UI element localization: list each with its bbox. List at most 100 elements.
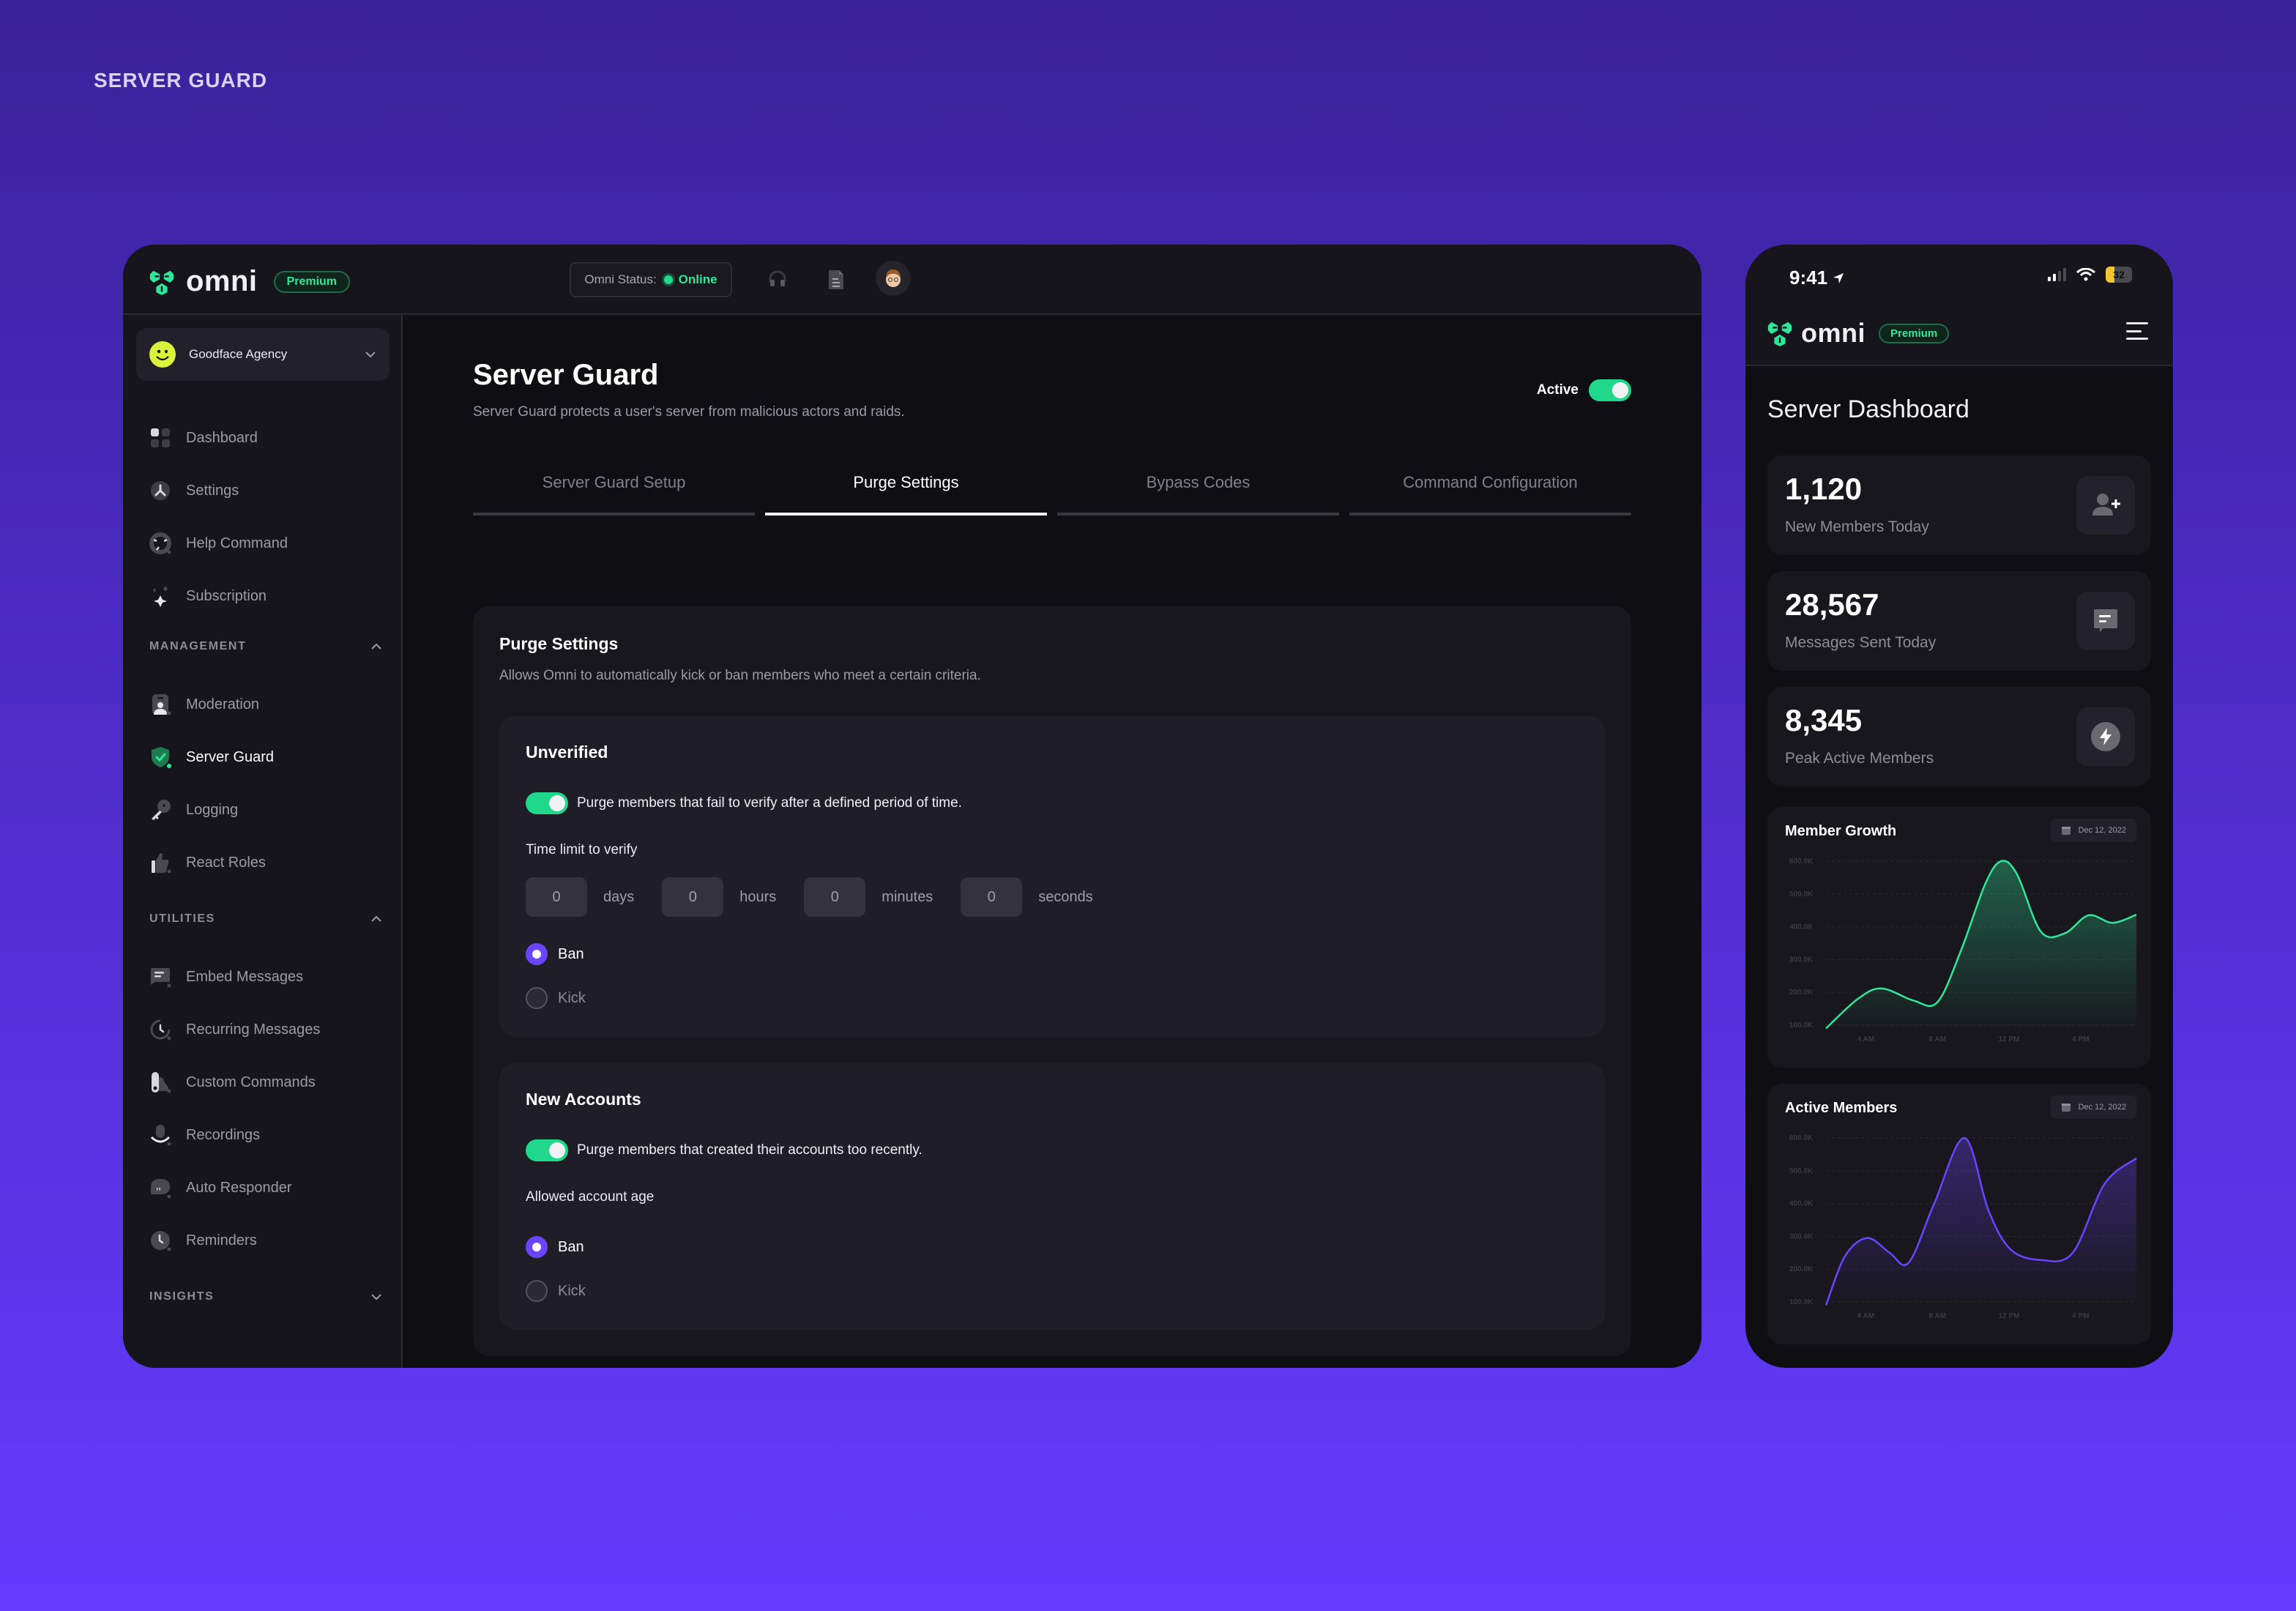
x-tick-label: 12 PM — [1999, 1035, 2020, 1043]
unverified-kick-option[interactable]: Kick — [526, 987, 586, 1009]
sidebar-item-label: Custom Commands — [186, 1074, 316, 1090]
sidebar-item-react-roles[interactable]: React Roles — [149, 848, 266, 877]
main-content: Server Guard Server Guard protects a use… — [403, 315, 1702, 1368]
sidebar-item-embed-messages[interactable]: Embed Messages — [149, 962, 303, 991]
omni-logo-icon — [1767, 321, 1792, 347]
sidebar-item-label: Embed Messages — [186, 968, 304, 985]
user-avatar[interactable] — [876, 261, 911, 296]
phone-brand-logo[interactable]: omni Premium — [1766, 318, 1950, 349]
new-accounts-kick-option[interactable]: Kick — [526, 1280, 586, 1302]
x-tick-label: 4 PM — [2072, 1035, 2089, 1043]
calendar-icon — [2061, 827, 2070, 835]
stat-label: Peak Active Members — [1785, 750, 1934, 767]
phone-header: 9:41 32 omni Premium — [1745, 245, 2173, 366]
sparkle-icon — [149, 585, 171, 607]
days-input[interactable]: 0 — [526, 877, 587, 917]
minutes-input[interactable]: 0 — [804, 877, 866, 917]
radio-label: Ban — [558, 945, 584, 962]
brand-name: omni — [186, 265, 258, 297]
account-age-label: Allowed account age — [526, 1189, 655, 1205]
x-tick-label: 12 PM — [1999, 1312, 2020, 1320]
sidebar-item-server-guard[interactable]: Server Guard — [149, 743, 274, 772]
days-unit: days — [603, 888, 635, 905]
y-tick-label: 400.0K — [1789, 923, 1814, 931]
chart-title: Active Members — [1785, 1100, 1898, 1116]
key-icon — [149, 799, 171, 821]
sidebar-item-label: Server Guard — [186, 748, 275, 765]
active-toggle-group: Active — [1537, 379, 1631, 401]
sidebar-item-label: Subscription — [186, 587, 267, 604]
date-picker[interactable]: Dec 12, 2022 — [2050, 1095, 2136, 1119]
server-selector[interactable]: Goodface Agency — [136, 328, 390, 381]
card-description: Allows Omni to automatically kick or ban… — [499, 668, 981, 683]
sidebar-item-recurring-messages[interactable]: Recurring Messages — [149, 1015, 320, 1044]
new-accounts-ban-option[interactable]: Ban — [526, 1236, 584, 1258]
section-management[interactable]: MANAGEMENT — [149, 640, 382, 653]
section-title: MANAGEMENT — [149, 640, 247, 652]
tab-server-guard-setup[interactable]: Server Guard Setup — [473, 473, 755, 516]
sidebar-item-label: Auto Responder — [186, 1179, 292, 1196]
status-dot-icon — [663, 275, 673, 284]
stat-card-messages: 28,567 Messages Sent Today — [1767, 571, 2151, 671]
desktop-window: omni Premium Omni Status: Online Goodfac… — [123, 245, 1702, 1368]
stat-label: Messages Sent Today — [1785, 634, 1937, 651]
card-title: Purge Settings — [499, 634, 619, 653]
date-picker[interactable]: Dec 12, 2022 — [2050, 819, 2136, 842]
time-text: 9:41 — [1789, 267, 1828, 289]
sidebar-item-dashboard[interactable]: Dashboard — [149, 423, 258, 453]
unverified-toggle-row: Purge members that fail to verify after … — [526, 792, 962, 814]
sidebar-item-recordings[interactable]: Recordings — [149, 1120, 260, 1150]
seconds-input[interactable]: 0 — [961, 877, 1023, 917]
location-arrow-icon — [1833, 272, 1844, 283]
sidebar-item-settings[interactable]: Settings — [149, 476, 239, 505]
radio-label: Kick — [558, 1282, 586, 1299]
thumbs-up-icon — [149, 852, 171, 874]
tab-purge-settings[interactable]: Purge Settings — [765, 473, 1047, 516]
section-insights[interactable]: INSIGHTS — [149, 1290, 382, 1303]
section-title: INSIGHTS — [149, 1290, 215, 1303]
sidebar-item-label: Recordings — [186, 1126, 261, 1143]
radio-ban[interactable] — [526, 943, 548, 965]
new-accounts-toggle-row: Purge members that created their account… — [526, 1139, 922, 1161]
radio-kick[interactable] — [526, 987, 548, 1009]
tab-bypass-codes[interactable]: Bypass Codes — [1057, 473, 1339, 516]
headset-icon[interactable] — [764, 267, 791, 293]
y-tick-label: 200.0K — [1789, 989, 1814, 997]
svg-text:,,: ,, — [156, 1181, 161, 1191]
section-title: New Accounts — [526, 1090, 641, 1109]
sidebar-item-help-command[interactable]: Help Command — [149, 529, 288, 558]
unverified-ban-option[interactable]: Ban — [526, 943, 584, 965]
hours-input[interactable]: 0 — [662, 877, 724, 917]
sidebar-item-logging[interactable]: Logging — [149, 795, 238, 825]
sidebar-item-subscription[interactable]: Subscription — [149, 581, 266, 611]
page-description: Server Guard protects a user's server fr… — [473, 404, 905, 420]
battery-level: 32 — [2113, 269, 2125, 280]
new-accounts-purge-toggle[interactable] — [526, 1139, 568, 1161]
y-tick-label: 600.0K — [1789, 1134, 1814, 1142]
radio-kick[interactable] — [526, 1280, 548, 1302]
section-utilities[interactable]: UTILITIES — [149, 912, 382, 926]
document-icon[interactable] — [823, 267, 849, 293]
sidebar-item-moderation[interactable]: Moderation — [149, 690, 259, 719]
menu-icon[interactable] — [2126, 322, 2148, 340]
sidebar-item-reminders[interactable]: Reminders — [149, 1226, 257, 1255]
y-tick-label: 100.0K — [1789, 1022, 1814, 1030]
stat-card-new-members: 1,120 New Members Today — [1767, 455, 2151, 555]
sidebar: Goodface Agency Dashboard Settings Help … — [123, 315, 403, 1368]
radio-label: Kick — [558, 989, 586, 1006]
unverified-purge-toggle[interactable] — [526, 792, 568, 814]
moderation-icon — [149, 693, 171, 715]
active-members-chart: Active Members Dec 12, 2022 600.0K 500.0K… — [1767, 1084, 2151, 1344]
sidebar-item-custom-commands[interactable]: Custom Commands — [149, 1068, 316, 1097]
y-tick-label: 100.0K — [1789, 1298, 1814, 1306]
new-accounts-section: New Accounts Purge members that created … — [499, 1063, 1605, 1330]
active-toggle[interactable] — [1589, 379, 1631, 401]
y-tick-label: 600.0K — [1789, 857, 1814, 866]
stat-value: 8,345 — [1785, 703, 1863, 737]
tab-command-configuration[interactable]: Command Configuration — [1349, 473, 1631, 516]
radio-ban[interactable] — [526, 1236, 548, 1258]
x-tick-label: 4 PM — [2072, 1312, 2089, 1320]
sidebar-item-auto-responder[interactable]: ,, Auto Responder — [149, 1173, 292, 1202]
stat-card-peak-active: 8,345 Peak Active Members — [1767, 687, 2151, 786]
brand-logo[interactable]: omni Premium — [148, 265, 351, 298]
